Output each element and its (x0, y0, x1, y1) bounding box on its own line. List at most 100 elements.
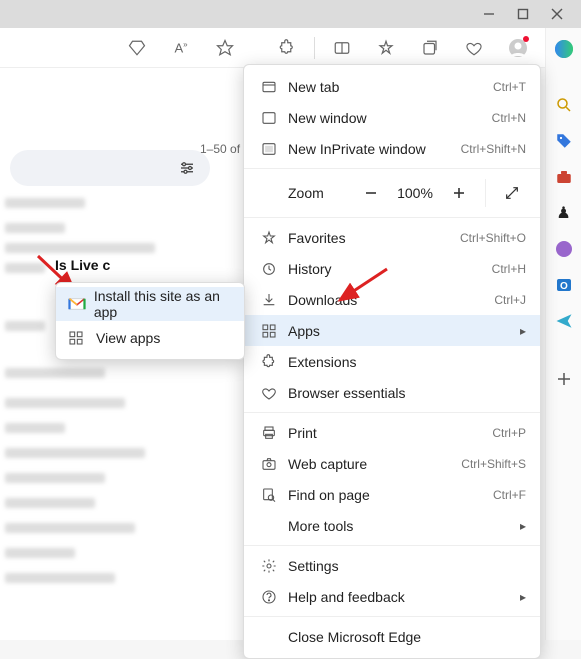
read-aloud-icon[interactable]: A» (164, 31, 198, 65)
print-icon (258, 425, 280, 441)
sliders-icon (178, 159, 196, 177)
new-window-icon (258, 110, 280, 126)
browser-toolbar: A» (0, 28, 581, 68)
toolbar-separator (314, 37, 315, 59)
apps-submenu: Install this site as an app View apps (55, 282, 245, 360)
menu-new-inprivate[interactable]: New InPrivate window Ctrl+Shift+N (244, 133, 540, 164)
menu-favorites[interactable]: Favorites Ctrl+Shift+O (244, 222, 540, 253)
window-titlebar (0, 0, 581, 28)
health-heart-icon[interactable] (457, 31, 491, 65)
zoom-in-button[interactable] (445, 179, 473, 207)
menu-label: New window (288, 110, 492, 126)
chevron-right-icon: ▸ (520, 324, 526, 338)
menu-shortcut: Ctrl+N (492, 111, 526, 125)
menu-history[interactable]: History Ctrl+H (244, 253, 540, 284)
menu-new-window[interactable]: New window Ctrl+N (244, 102, 540, 133)
camera-icon (258, 456, 280, 472)
apps-grid-icon (258, 323, 280, 339)
heart-pulse-icon (258, 385, 280, 401)
menu-web-capture[interactable]: Web capture Ctrl+Shift+S (244, 448, 540, 479)
favorite-star-icon[interactable] (208, 31, 242, 65)
menu-close-edge[interactable]: Close Microsoft Edge (244, 621, 540, 652)
zoom-value: 100% (393, 185, 437, 201)
menu-label: Settings (288, 558, 526, 574)
submenu-install-app[interactable]: Install this site as an app (56, 287, 244, 321)
send-icon[interactable] (553, 310, 575, 332)
games-icon[interactable]: ♟ (553, 202, 575, 224)
menu-label: Extensions (288, 354, 526, 370)
new-tab-icon (258, 79, 280, 95)
menu-label: Print (288, 425, 492, 441)
shopping-tag-icon[interactable] (553, 130, 575, 152)
svg-text:O: O (560, 281, 568, 292)
menu-zoom-row: Zoom 100% (244, 173, 540, 213)
menu-label: History (288, 261, 492, 277)
window-maximize[interactable] (517, 8, 529, 20)
favorites-star-plus-icon[interactable] (369, 31, 403, 65)
extensions-icon (258, 354, 280, 370)
menu-label: Close Microsoft Edge (288, 629, 526, 645)
menu-shortcut: Ctrl+Shift+S (461, 457, 526, 471)
find-icon (258, 487, 280, 503)
window-minimize[interactable] (483, 8, 495, 20)
menu-label: Help and feedback (288, 589, 512, 605)
zoom-out-button[interactable] (357, 179, 385, 207)
window-close[interactable] (551, 8, 563, 20)
menu-settings[interactable]: Settings (244, 550, 540, 581)
menu-print[interactable]: Print Ctrl+P (244, 417, 540, 448)
menu-label: Favorites (288, 230, 460, 246)
menu-label: Apps (288, 323, 512, 339)
menu-shortcut: Ctrl+J (494, 293, 526, 307)
profile-avatar-icon[interactable] (501, 31, 535, 65)
zoom-label: Zoom (258, 185, 349, 201)
menu-help[interactable]: Help and feedback ▸ (244, 581, 540, 612)
submenu-view-apps[interactable]: View apps (56, 321, 244, 355)
menu-shortcut: Ctrl+Shift+N (461, 142, 526, 156)
menu-shortcut: Ctrl+Shift+O (460, 231, 526, 245)
menu-label: More tools (288, 518, 512, 534)
inprivate-icon (258, 141, 280, 157)
diamond-icon[interactable] (120, 31, 154, 65)
notification-dot-icon (523, 36, 529, 42)
copilot-icon[interactable] (553, 38, 575, 60)
menu-label: New tab (288, 79, 493, 95)
history-icon (258, 261, 280, 277)
menu-extensions[interactable]: Extensions (244, 346, 540, 377)
chevron-right-icon: ▸ (520, 519, 526, 533)
star-icon (258, 230, 280, 246)
content-text-fragment: Is Live c (55, 257, 110, 273)
menu-shortcut: Ctrl+P (492, 426, 526, 440)
submenu-label: Install this site as an app (94, 288, 232, 320)
add-sidebar-icon[interactable] (553, 368, 575, 390)
menu-label: Find on page (288, 487, 493, 503)
extensions-puzzle-icon[interactable] (270, 31, 304, 65)
menu-more-tools[interactable]: More tools ▸ (244, 510, 540, 541)
browser-main-menu: New tab Ctrl+T New window Ctrl+N New InP… (243, 64, 541, 659)
fullscreen-button[interactable] (498, 179, 526, 207)
search-icon[interactable] (553, 94, 575, 116)
menu-label: New InPrivate window (288, 141, 461, 157)
toolbox-icon[interactable] (553, 166, 575, 188)
collections-icon[interactable] (413, 31, 447, 65)
menu-shortcut: Ctrl+H (492, 262, 526, 276)
menu-shortcut: Ctrl+F (493, 488, 526, 502)
menu-apps[interactable]: Apps ▸ (244, 315, 540, 346)
help-icon (258, 589, 280, 605)
pagination-count: 1–50 of (200, 142, 240, 156)
chevron-right-icon: ▸ (520, 590, 526, 604)
menu-shortcut: Ctrl+T (493, 80, 526, 94)
menu-browser-essentials[interactable]: Browser essentials (244, 377, 540, 408)
gear-icon (258, 558, 280, 574)
menu-label: Browser essentials (288, 385, 526, 401)
office-icon[interactable] (553, 238, 575, 260)
menu-new-tab[interactable]: New tab Ctrl+T (244, 71, 540, 102)
submenu-label: View apps (96, 330, 160, 346)
outlook-icon[interactable]: O (553, 274, 575, 296)
filter-settings-button[interactable] (10, 150, 210, 186)
gmail-icon (68, 297, 88, 311)
menu-label: Downloads (288, 292, 494, 308)
menu-find-on-page[interactable]: Find on page Ctrl+F (244, 479, 540, 510)
split-screen-icon[interactable] (325, 31, 359, 65)
apps-grid-icon (68, 330, 90, 346)
menu-downloads[interactable]: Downloads Ctrl+J (244, 284, 540, 315)
